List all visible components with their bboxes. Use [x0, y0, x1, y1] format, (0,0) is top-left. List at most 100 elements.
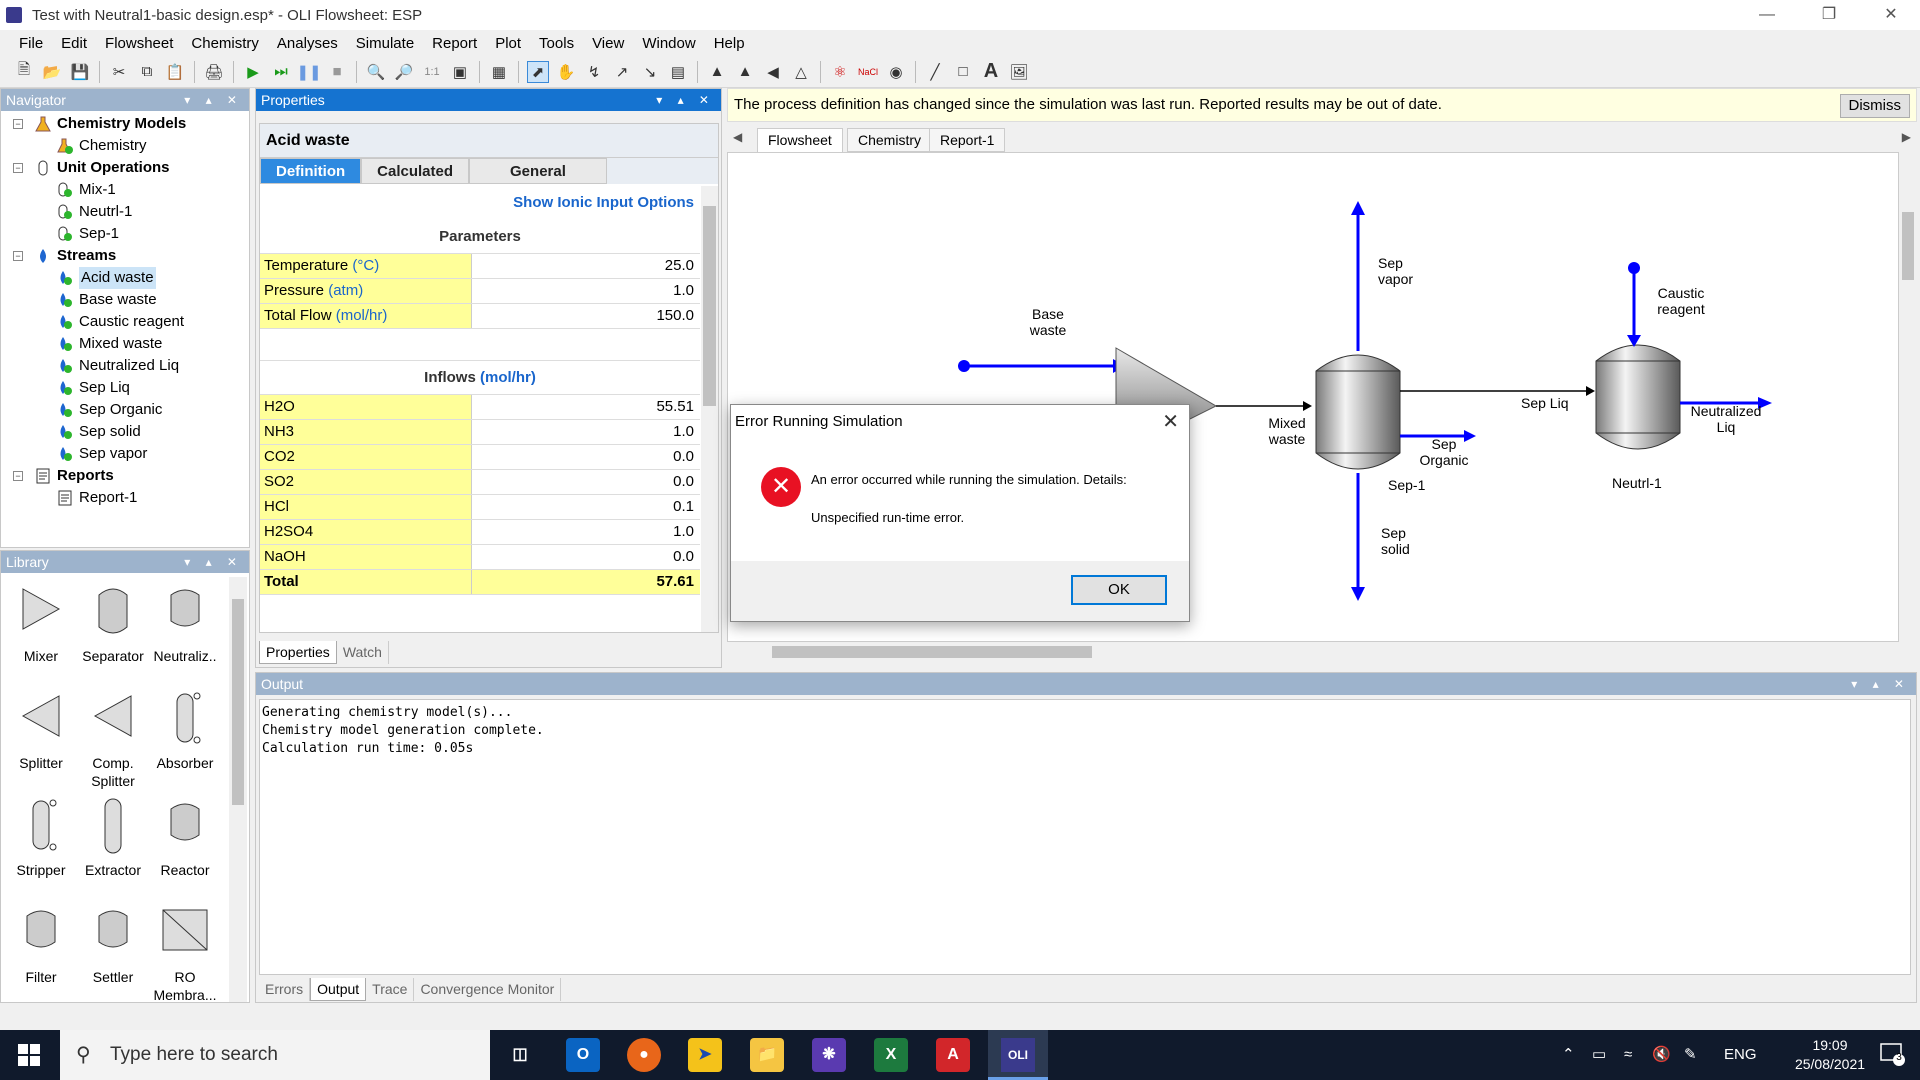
menu-help[interactable]: Help — [705, 35, 754, 52]
navigator-item-acid-waste[interactable]: Acid waste — [1, 267, 249, 289]
tab-watch[interactable]: Watch — [337, 641, 389, 664]
navigator-item-sep-organic[interactable]: Sep Organic — [1, 399, 249, 421]
zoom-fit-icon[interactable]: ▣ — [449, 61, 471, 83]
inflow-value[interactable]: 1.0 — [472, 420, 700, 444]
navigator-item-mixed-waste[interactable]: Mixed waste — [1, 333, 249, 355]
tab-errors[interactable]: Errors — [259, 978, 311, 1001]
align-left-icon[interactable]: ▲ — [706, 61, 728, 83]
library-item-reactor[interactable]: Reactor — [149, 791, 221, 895]
parameter-value[interactable]: 1.0 — [472, 279, 700, 303]
inflow-value[interactable]: 0.0 — [472, 470, 700, 494]
tab-output[interactable]: Output — [310, 978, 367, 1001]
battery-icon[interactable]: ▭ — [1592, 1030, 1606, 1080]
firefox-icon[interactable]: ● — [627, 1038, 661, 1072]
inflow-value[interactable]: 55.51 — [472, 395, 700, 419]
outlook-icon[interactable]: O — [566, 1038, 600, 1072]
panel-controls-icon[interactable]: ▾ ▴ ✕ — [184, 551, 243, 573]
inflow-value[interactable]: 0.1 — [472, 495, 700, 519]
cut-icon[interactable]: ✂ — [108, 61, 130, 83]
rotate-icon[interactable]: ◀ — [762, 61, 784, 83]
app-icon-purple[interactable]: ❋ — [812, 1038, 846, 1072]
stream-edit-icon[interactable]: ↘ — [639, 61, 661, 83]
properties-scrollbar[interactable] — [701, 186, 718, 632]
tree-collapse-icon[interactable]: − — [13, 119, 23, 129]
pause-icon[interactable]: ❚❚ — [296, 61, 321, 83]
library-item-settler[interactable]: Settler — [77, 898, 149, 1002]
align-center-icon[interactable]: ▲ — [734, 61, 756, 83]
navigator-item-sep-vapor[interactable]: Sep vapor — [1, 443, 249, 465]
navigator-item-sep-1[interactable]: Sep-1 — [1, 223, 249, 245]
oli-taskbar-button[interactable]: OLI — [988, 1030, 1048, 1080]
stream-base-waste[interactable] — [958, 359, 1125, 373]
power-automate-icon[interactable]: ➤ — [688, 1038, 722, 1072]
canvas-hscroll-thumb[interactable] — [772, 646, 1092, 658]
ok-button[interactable]: OK — [1071, 575, 1167, 605]
language-indicator[interactable]: ENG — [1724, 1030, 1757, 1080]
file-explorer-icon[interactable]: 📁 — [750, 1038, 784, 1072]
properties-scroll-thumb[interactable] — [703, 206, 716, 406]
clock[interactable]: 19:09 25/08/2021 — [1780, 1036, 1880, 1074]
restore-icon[interactable]: ❐ — [1800, 0, 1858, 30]
binoculars-icon[interactable]: ◉ — [885, 61, 907, 83]
print-icon[interactable]: 🖨 — [203, 61, 225, 83]
tab-definition[interactable]: Definition — [260, 158, 362, 184]
navigator-item-caustic-reagent[interactable]: Caustic reagent — [1, 311, 249, 333]
library-item-neutraliz-[interactable]: Neutraliz.. — [149, 577, 221, 681]
excel-icon[interactable]: X — [874, 1038, 908, 1072]
tab-chemistry[interactable]: Chemistry — [847, 128, 933, 152]
stream-caustic-reagent[interactable] — [1627, 262, 1641, 347]
neutrl-1-vessel[interactable] — [1595, 344, 1681, 450]
new-file-icon[interactable]: 🗎 — [13, 61, 35, 83]
panel-controls-icon[interactable]: ▾ ▴ ✕ — [656, 89, 715, 111]
library-scrollbar[interactable] — [229, 577, 247, 1002]
volume-muted-icon[interactable]: 🔇 — [1652, 1030, 1671, 1080]
pan-hand-icon[interactable]: ✋ — [555, 61, 577, 83]
rectangle-tool-icon[interactable]: □ — [952, 61, 974, 83]
menu-edit[interactable]: Edit — [52, 35, 96, 52]
dismiss-button[interactable]: Dismiss — [1839, 94, 1910, 118]
panel-controls-icon[interactable]: ▾ ▴ ✕ — [1851, 673, 1910, 695]
library-item-filter[interactable]: Filter — [5, 898, 77, 1002]
inflow-value[interactable]: 0.0 — [472, 445, 700, 469]
tree-collapse-icon[interactable]: − — [13, 163, 23, 173]
navigator-item-mix-1[interactable]: Mix-1 — [1, 179, 249, 201]
navigator-item-unit-operations[interactable]: − Unit Operations — [1, 157, 249, 179]
library-item-extractor[interactable]: Extractor — [77, 791, 149, 895]
task-view-icon[interactable]: ◫ — [503, 1038, 537, 1072]
tab-convergence-monitor[interactable]: Convergence Monitor — [414, 978, 562, 1001]
image-tool-icon[interactable]: 🖼 — [1008, 61, 1030, 83]
library-item-ro-membra-[interactable]: RO Membra... — [149, 898, 221, 1003]
stream-sep-solid[interactable] — [1351, 473, 1365, 601]
taskbar-search-box[interactable]: ⚲ Type here to search — [60, 1030, 490, 1080]
tab-scroll-right-icon[interactable]: ▶ — [1902, 130, 1911, 144]
paste-icon[interactable]: 📋 — [164, 61, 186, 83]
chemistry-tool-icon[interactable]: ⚛ — [829, 61, 851, 83]
tab-flowsheet[interactable]: Flowsheet — [757, 128, 843, 152]
notification-icon[interactable]: 3 — [1880, 1042, 1906, 1066]
navigator-item-neutralized-liq[interactable]: Neutralized Liq — [1, 355, 249, 377]
navigator-item-base-waste[interactable]: Base waste — [1, 289, 249, 311]
ionic-input-link[interactable]: Show Ionic Input Options — [260, 186, 700, 220]
nacl-icon[interactable]: NaCl — [857, 61, 879, 83]
tray-chevron-icon[interactable]: ⌃ — [1562, 1030, 1575, 1080]
library-item-mixer[interactable]: Mixer — [5, 577, 77, 681]
grid-icon[interactable]: ▦ — [488, 61, 510, 83]
library-item-splitter[interactable]: Splitter — [5, 684, 77, 788]
menu-simulate[interactable]: Simulate — [347, 35, 423, 52]
navigator-item-report-1[interactable]: Report-1 — [1, 487, 249, 509]
stop-icon[interactable]: ■ — [326, 61, 348, 83]
minimize-icon[interactable]: — — [1738, 0, 1796, 30]
inflow-value[interactable]: 0.0 — [472, 545, 700, 569]
tab-trace[interactable]: Trace — [366, 978, 415, 1001]
table-tool-icon[interactable]: ▤ — [667, 61, 689, 83]
line-tool-icon[interactable]: ╱ — [924, 61, 946, 83]
canvas-vertical-scrollbar[interactable] — [1899, 152, 1917, 642]
menu-file[interactable]: File — [10, 35, 52, 52]
navigator-item-chemistry[interactable]: Chemistry — [1, 135, 249, 157]
navigator-item-sep-liq[interactable]: Sep Liq — [1, 377, 249, 399]
close-window-icon[interactable]: ✕ — [1862, 0, 1920, 30]
library-item-stripper[interactable]: Stripper — [5, 791, 77, 895]
save-icon[interactable]: 💾 — [69, 61, 91, 83]
tree-collapse-icon[interactable]: − — [13, 251, 23, 261]
select-pointer-icon[interactable]: ⬈ — [527, 60, 549, 83]
